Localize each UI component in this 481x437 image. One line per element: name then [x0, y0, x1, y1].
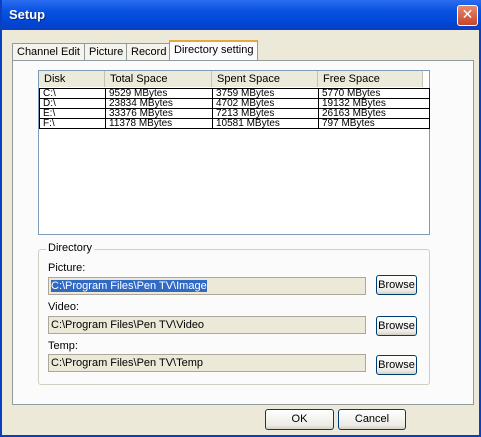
table-cell-disk: F:\ [39, 118, 106, 129]
tab-record[interactable]: Record [126, 43, 172, 60]
disk-list[interactable]: Disk Total Space Spent Space Free Space … [38, 70, 430, 235]
picture-label: Picture: [48, 262, 86, 274]
title-bar[interactable]: Setup ✕ [2, 0, 481, 30]
column-header-spent-space[interactable]: Spent Space [212, 71, 318, 87]
table-cell-free: 797 MBytes [318, 118, 430, 129]
tab-channel-edit[interactable]: Channel Edit [12, 43, 85, 60]
video-path-field[interactable]: C:\Program Files\Pen TV\Video [48, 316, 366, 334]
video-browse-button[interactable]: Browse [376, 316, 417, 336]
setup-dialog: Setup ✕ Channel Edit Picture Record Dire… [0, 0, 481, 437]
video-label: Video: [48, 301, 79, 313]
table-cell-total: 11378 MBytes [105, 118, 213, 129]
column-header-total-space[interactable]: Total Space [105, 71, 212, 87]
column-header-disk[interactable]: Disk [39, 71, 105, 87]
close-button[interactable]: ✕ [457, 5, 478, 26]
column-header-free-space[interactable]: Free Space [318, 71, 423, 87]
tab-directory-setting[interactable]: Directory setting [169, 40, 259, 61]
picture-browse-button[interactable]: Browse [376, 275, 417, 295]
temp-label: Temp: [48, 340, 78, 352]
cancel-button[interactable]: Cancel [338, 409, 406, 430]
table-cell-spent: 10581 MBytes [212, 118, 319, 129]
ok-button[interactable]: OK [265, 409, 334, 430]
close-icon: ✕ [461, 7, 474, 23]
directory-group-title: Directory [46, 242, 95, 254]
temp-path-field[interactable]: C:\Program Files\Pen TV\Temp [48, 354, 366, 372]
tab-picture[interactable]: Picture [84, 43, 129, 60]
window-title: Setup [9, 7, 46, 22]
picture-path-value: C:\Program Files\Pen TV\Image [51, 280, 207, 292]
temp-browse-button[interactable]: Browse [376, 355, 417, 375]
picture-path-field[interactable]: C:\Program Files\Pen TV\Image [48, 277, 366, 295]
